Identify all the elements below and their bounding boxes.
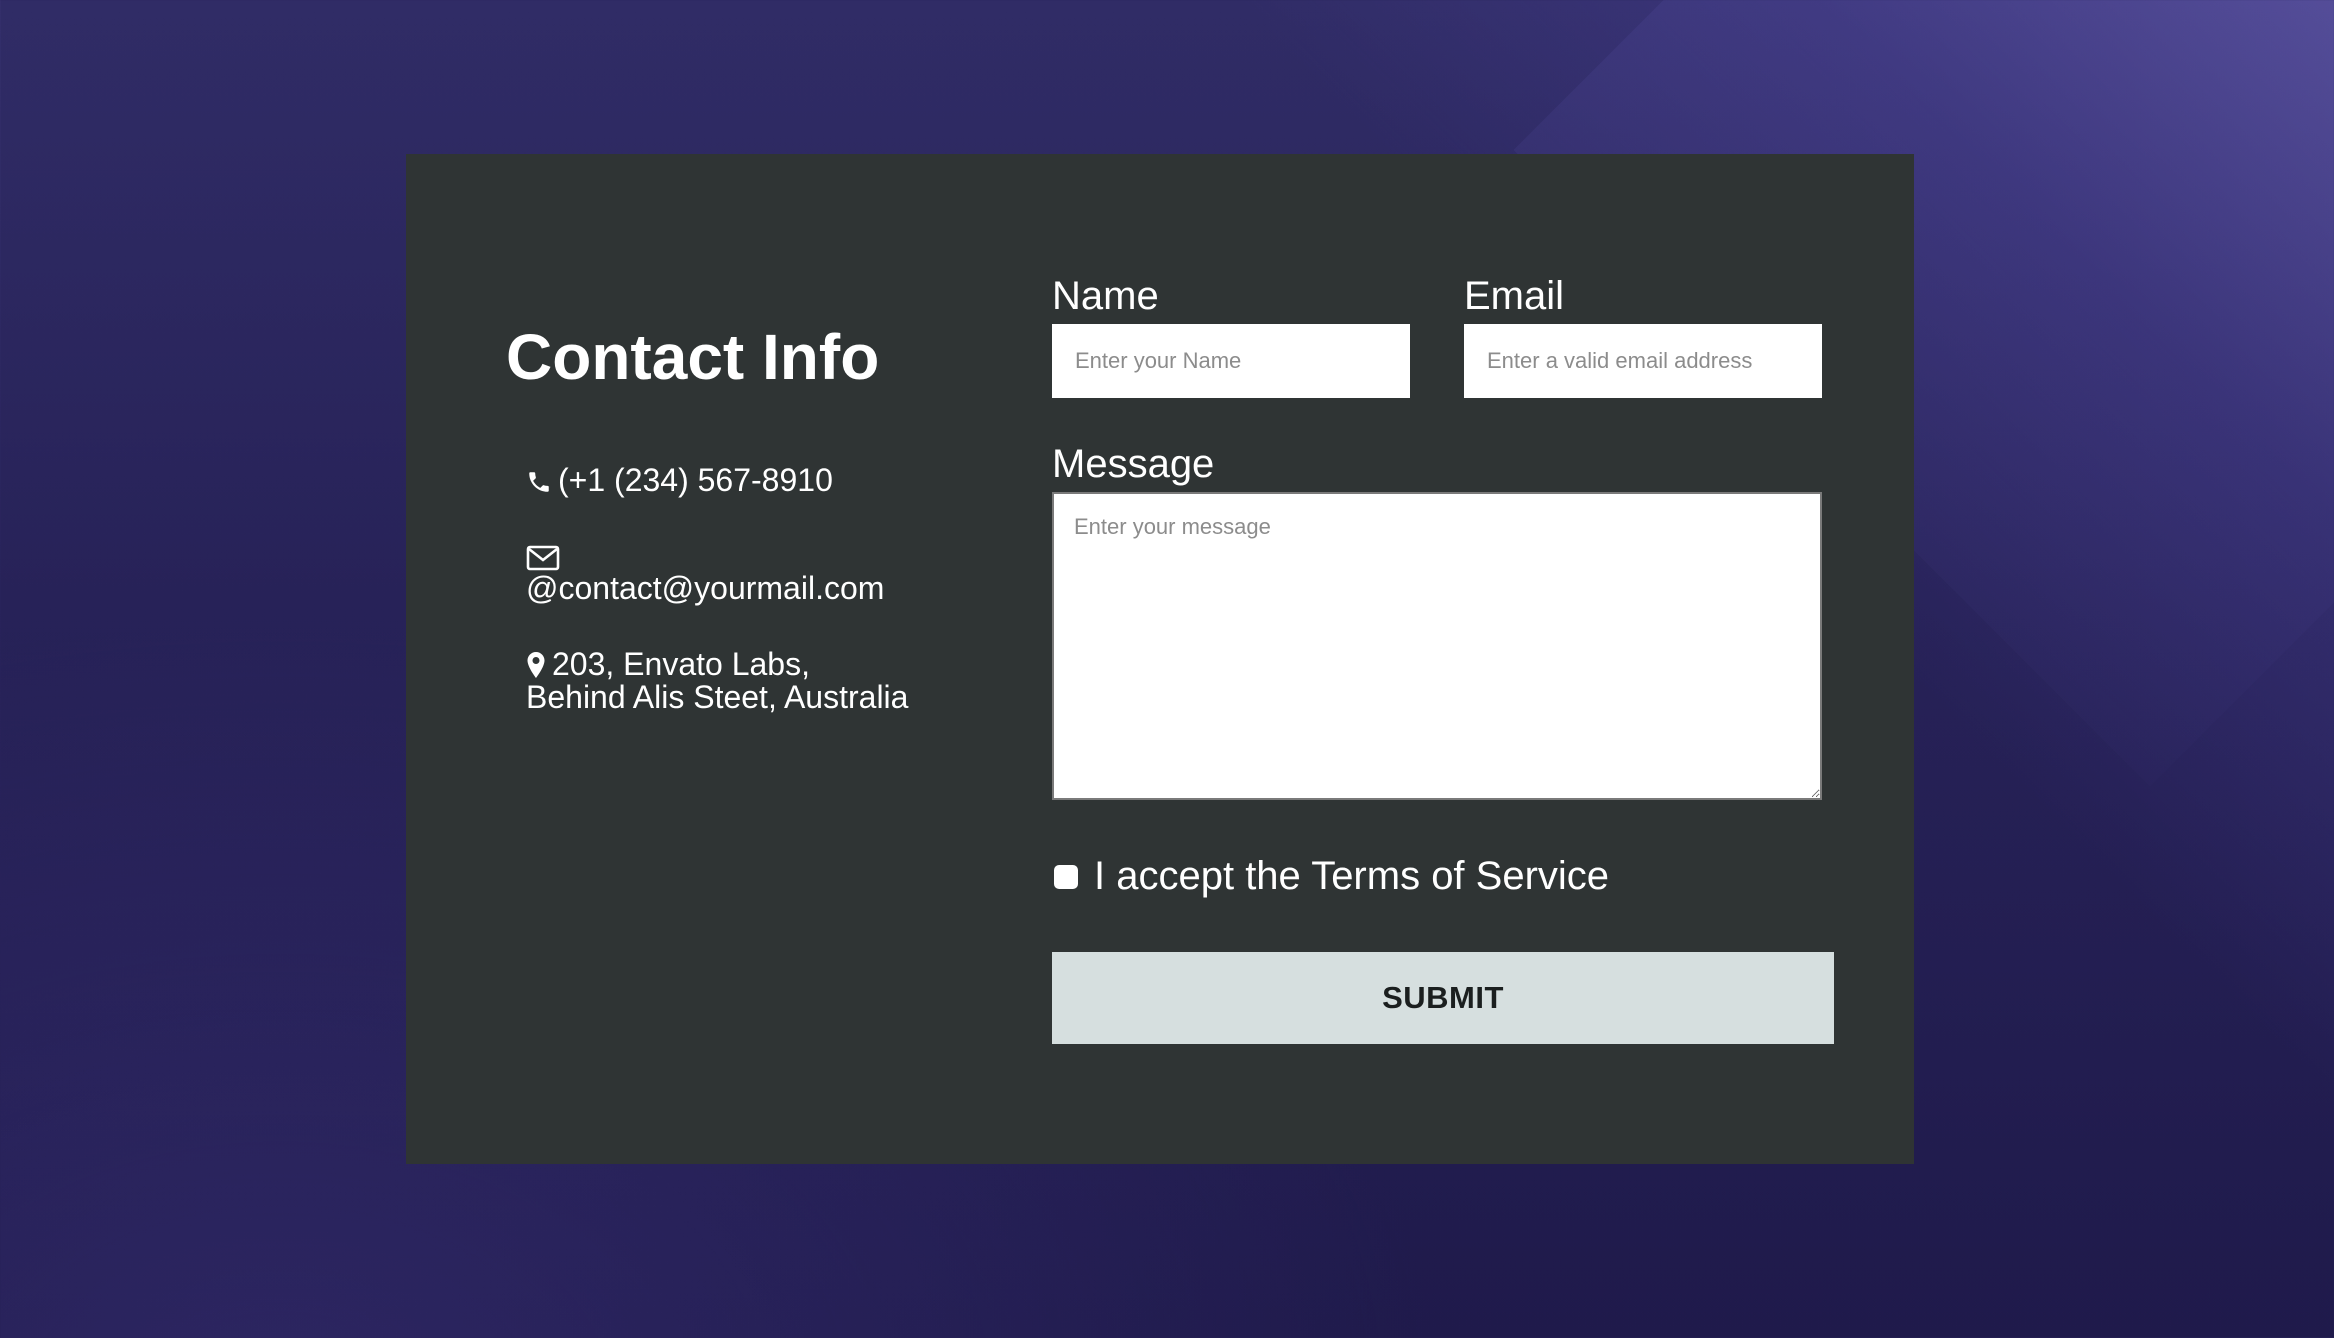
envelope-icon <box>526 545 560 571</box>
phone-row: (+1 (234) 567-8910 <box>526 464 833 497</box>
email-label: Email <box>1464 274 1565 318</box>
message-label: Message <box>1052 442 1215 486</box>
email-row: @contact@yourmail.com <box>526 544 884 605</box>
phone-icon <box>529 472 549 492</box>
contact-info-heading: Contact Info <box>506 321 880 393</box>
message-textarea[interactable] <box>1052 492 1822 800</box>
terms-label: I accept the Terms of Service <box>1094 854 1610 898</box>
email-input[interactable] <box>1464 324 1822 398</box>
terms-row[interactable]: I accept the Terms of Service <box>1054 854 1609 899</box>
address-row: 203, Envato Labs, Behind Alis Steet, Aus… <box>526 648 908 714</box>
phone-text: (+1 (234) 567-8910 <box>558 462 833 498</box>
name-input[interactable] <box>1052 324 1410 398</box>
address-line-2: Behind Alis Steet, Australia <box>526 679 909 715</box>
submit-button[interactable]: SUBMIT <box>1052 952 1834 1044</box>
map-pin-icon <box>527 652 545 678</box>
terms-checkbox[interactable] <box>1054 864 1078 889</box>
email-text: @contact@yourmail.com <box>526 570 885 606</box>
name-label: Name <box>1052 274 1159 318</box>
contact-card: Contact Info (+1 (234) 567-8910 @contact… <box>406 154 1914 1164</box>
address-line-1: 203, Envato Labs, <box>552 646 810 682</box>
